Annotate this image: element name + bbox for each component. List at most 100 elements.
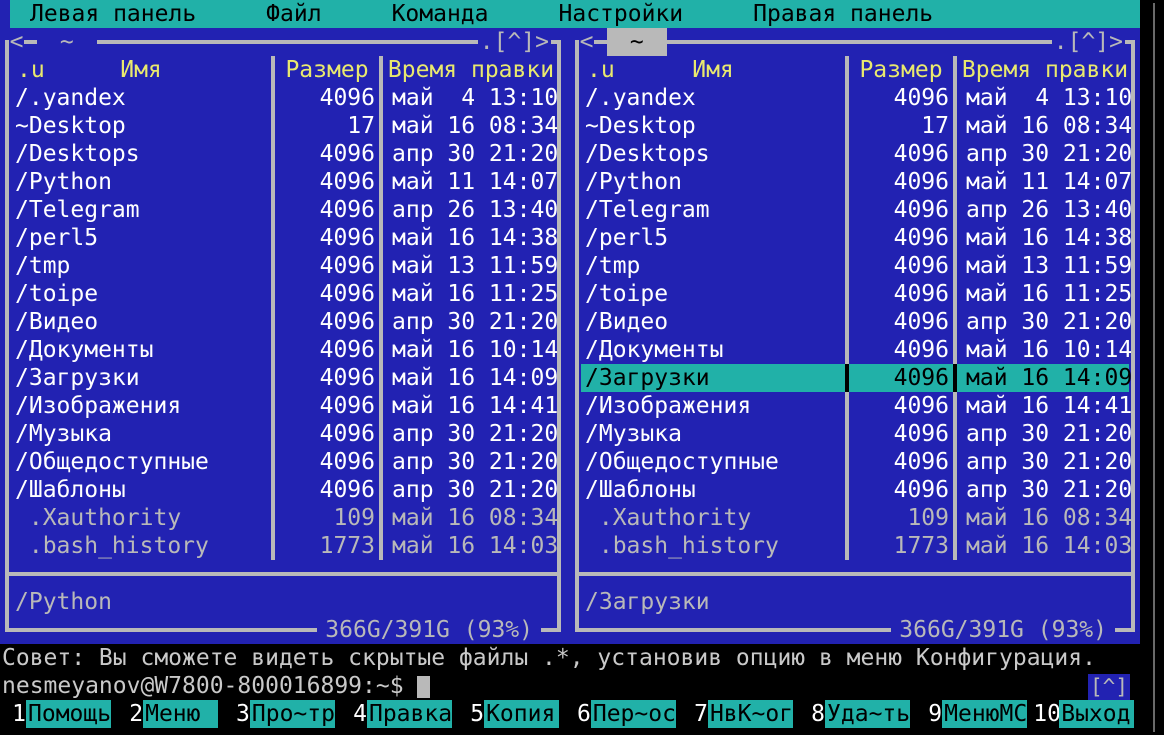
fkey-button-8[interactable]: 8Уда~ть <box>799 700 910 728</box>
column-separator <box>949 140 961 168</box>
file-row[interactable]: /.yandex4096май 4 13:10 <box>11 84 555 112</box>
panel-corner-updir-icon[interactable]: .[^]> <box>1052 28 1125 56</box>
panel-title-path[interactable]: ~ <box>607 28 667 56</box>
column-separator <box>375 336 387 364</box>
column-separator <box>267 196 279 224</box>
menu-item[interactable]: Правая панель <box>753 0 933 28</box>
file-row[interactable]: .Xauthority109май 16 08:34 <box>581 504 1129 532</box>
column-separator <box>267 84 279 112</box>
panel-title-path[interactable]: ~ <box>37 28 97 56</box>
column-header-size[interactable]: Размер <box>853 56 949 84</box>
menu-item[interactable]: Настройки <box>559 0 684 28</box>
file-row[interactable]: /Музыка4096апр 30 21:20 <box>581 420 1129 448</box>
column-separator <box>841 476 853 504</box>
menu-item[interactable]: Команда <box>392 0 489 28</box>
column-separator <box>949 168 961 196</box>
fkey-button-10[interactable]: 10Выход <box>1033 700 1134 728</box>
column-separator <box>375 420 387 448</box>
file-row[interactable]: /Музыка4096апр 30 21:20 <box>11 420 555 448</box>
fkey-button-5[interactable]: 5Копия <box>458 700 559 728</box>
fkey-button-9[interactable]: 9МенюМС <box>916 700 1027 728</box>
file-row[interactable]: /Python4096май 11 14:07 <box>11 168 555 196</box>
file-row[interactable]: /Загрузки4096май 16 14:09 <box>11 364 555 392</box>
frame-line <box>1115 616 1131 644</box>
file-row[interactable]: /Общедоступные4096апр 30 21:20 <box>581 448 1129 476</box>
file-name: /Музыка <box>15 420 267 448</box>
file-size: 1773 <box>853 532 949 560</box>
command-line[interactable]: nesmeyanov@W7800-800016899:~$ <box>2 672 1092 700</box>
file-name: /Desktops <box>15 140 267 168</box>
column-separator <box>375 84 387 112</box>
fkey-button-6[interactable]: 6Пер~ос <box>565 700 676 728</box>
fkey-button-4[interactable]: 4Правка <box>341 700 452 728</box>
file-row[interactable]: /Telegram4096апр 26 13:40 <box>11 196 555 224</box>
file-row[interactable]: .Xauthority109май 16 08:34 <box>11 504 555 532</box>
file-list: /.yandex4096май 4 13:10~Desktop17май 16 … <box>570 84 1140 560</box>
file-row[interactable]: /Изображения4096май 16 14:41 <box>581 392 1129 420</box>
file-row[interactable]: /Шаблоны4096апр 30 21:20 <box>11 476 555 504</box>
file-row[interactable]: /.yandex4096май 4 13:10 <box>581 84 1129 112</box>
file-row[interactable]: /Загрузки4096май 16 14:09 <box>581 364 1129 392</box>
file-row[interactable]: ~Desktop17май 16 08:34 <box>11 112 555 140</box>
file-mtime: май 16 14:09 <box>961 364 1129 392</box>
file-row[interactable]: /perl54096май 16 14:38 <box>11 224 555 252</box>
file-row[interactable]: /Видео4096апр 30 21:20 <box>581 308 1129 336</box>
fkey-label: Выход <box>1059 700 1134 728</box>
file-row[interactable]: ~Desktop17май 16 08:34 <box>581 112 1129 140</box>
fkey-button-7[interactable]: 7НвК~ог <box>682 700 793 728</box>
file-row[interactable]: /Desktops4096апр 30 21:20 <box>581 140 1129 168</box>
file-row[interactable]: /Документы4096май 16 10:14 <box>11 336 555 364</box>
fkey-button-3[interactable]: 3Про~тр <box>224 700 335 728</box>
column-header-mtime[interactable]: Время правки <box>387 56 555 84</box>
file-row[interactable]: /Telegram4096апр 26 13:40 <box>581 196 1129 224</box>
column-separator <box>375 308 387 336</box>
column-header-name[interactable]: .uИмя <box>15 56 267 84</box>
ministatus-separator <box>0 560 566 588</box>
panel-border-left <box>5 40 9 632</box>
file-row[interactable]: /toipe4096май 16 11:25 <box>11 280 555 308</box>
file-row[interactable]: /Python4096май 11 14:07 <box>581 168 1129 196</box>
scroll-up-badge[interactable]: [^] <box>1088 674 1130 700</box>
column-separator <box>267 448 279 476</box>
menu-bar: Левая панель Файл Команда Настройки Правая п… <box>10 0 1140 28</box>
menu-item[interactable]: Файл <box>266 0 321 28</box>
file-row[interactable]: /Общедоступные4096апр 30 21:20 <box>11 448 555 476</box>
file-row[interactable]: .bash_history1773май 16 14:03 <box>581 532 1129 560</box>
column-separator <box>267 504 279 532</box>
file-row[interactable]: /tmp4096май 13 11:59 <box>11 252 555 280</box>
file-row[interactable]: /Документы4096май 16 10:14 <box>581 336 1129 364</box>
file-mtime: май 13 11:59 <box>961 252 1129 280</box>
file-size: 17 <box>279 112 375 140</box>
file-mtime: апр 26 13:40 <box>387 196 555 224</box>
file-row[interactable]: /Шаблоны4096апр 30 21:20 <box>581 476 1129 504</box>
column-separator <box>949 224 961 252</box>
history-back-icon[interactable]: < <box>579 28 594 56</box>
file-row[interactable]: /Видео4096апр 30 21:20 <box>11 308 555 336</box>
fkey-button-1[interactable]: 1Помощь <box>0 700 111 728</box>
column-header-name[interactable]: .uИмя <box>585 56 841 84</box>
terminal-scrollbar[interactable] <box>1140 0 1164 735</box>
column-header-row: .uИмя Размер Время правки <box>581 56 1129 84</box>
file-name: /Python <box>585 168 841 196</box>
file-mtime: май 16 14:03 <box>961 532 1129 560</box>
column-header-name-label: Имя <box>120 57 162 83</box>
file-row[interactable]: /tmp4096май 13 11:59 <box>581 252 1129 280</box>
file-mtime: май 4 13:10 <box>387 84 555 112</box>
file-row[interactable]: .bash_history1773май 16 14:03 <box>11 532 555 560</box>
file-row[interactable]: /Изображения4096май 16 14:41 <box>11 392 555 420</box>
panel-corner-updir-icon[interactable]: .[^]> <box>478 28 551 56</box>
column-separator <box>841 112 853 140</box>
history-back-icon[interactable]: < <box>9 28 24 56</box>
menu-item[interactable]: Левая панель <box>30 0 196 28</box>
file-row[interactable]: /perl54096май 16 14:38 <box>581 224 1129 252</box>
column-header-mtime[interactable]: Время правки <box>961 56 1129 84</box>
column-separator <box>949 112 961 140</box>
file-mtime: апр 30 21:20 <box>961 308 1129 336</box>
file-name: /Общедоступные <box>15 448 267 476</box>
file-row[interactable]: /toipe4096май 16 11:25 <box>581 280 1129 308</box>
column-header-size[interactable]: Размер <box>279 56 375 84</box>
fkey-button-2[interactable]: 2Меню <box>117 700 218 728</box>
file-row[interactable]: /Desktops4096апр 30 21:20 <box>11 140 555 168</box>
column-separator <box>267 420 279 448</box>
fkey-label: Правка <box>367 700 452 728</box>
